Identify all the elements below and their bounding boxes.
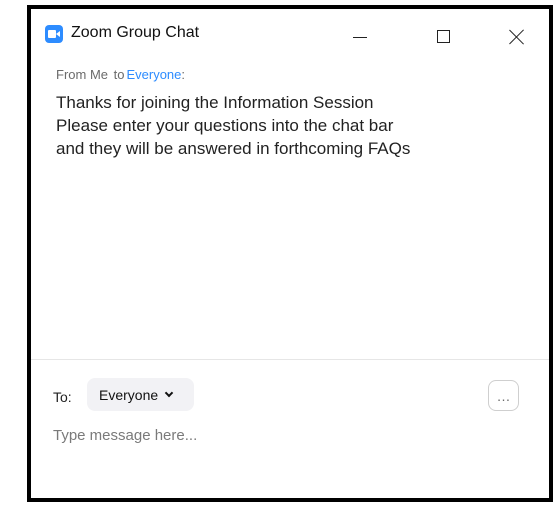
- window-frame: Zoom Group Chat From Me to Everyone: Than…: [27, 5, 553, 502]
- message-line: Please enter your questions into the cha…: [56, 116, 394, 135]
- close-button[interactable]: [496, 19, 536, 49]
- close-icon: [509, 29, 525, 45]
- maximize-icon: [437, 30, 450, 43]
- message-line: Thanks for joining the Information Sessi…: [56, 93, 374, 112]
- message-to-word: to: [113, 67, 125, 82]
- maximize-button[interactable]: [423, 19, 463, 49]
- minimize-button[interactable]: [339, 19, 379, 49]
- compose-area: To: Everyone …: [31, 360, 549, 498]
- message-header-colon: :: [181, 67, 186, 82]
- to-label: To:: [53, 389, 72, 405]
- window-title: Zoom Group Chat: [71, 24, 200, 41]
- recipient-dropdown[interactable]: Everyone: [87, 378, 194, 411]
- message-recipient[interactable]: Everyone: [126, 67, 181, 82]
- zoom-app-icon: [45, 25, 63, 43]
- message-header: From Me to Everyone:: [56, 67, 185, 82]
- message-input[interactable]: [53, 424, 513, 446]
- chat-window: Zoom Group Chat From Me to Everyone: Than…: [31, 9, 549, 498]
- chevron-down-icon: [164, 388, 174, 397]
- more-options-button[interactable]: …: [488, 380, 519, 411]
- more-icon: …: [496, 387, 511, 404]
- message-sender: From Me: [56, 67, 108, 82]
- title-bar[interactable]: Zoom Group Chat: [31, 9, 549, 53]
- chat-messages: From Me to Everyone: Thanks for joining t…: [31, 53, 549, 359]
- minimize-icon: [353, 37, 367, 38]
- recipient-value: Everyone: [99, 386, 159, 403]
- message-body: Thanks for joining the Information Sessi…: [56, 91, 410, 160]
- message-line: and they will be answered in forthcoming…: [56, 139, 411, 158]
